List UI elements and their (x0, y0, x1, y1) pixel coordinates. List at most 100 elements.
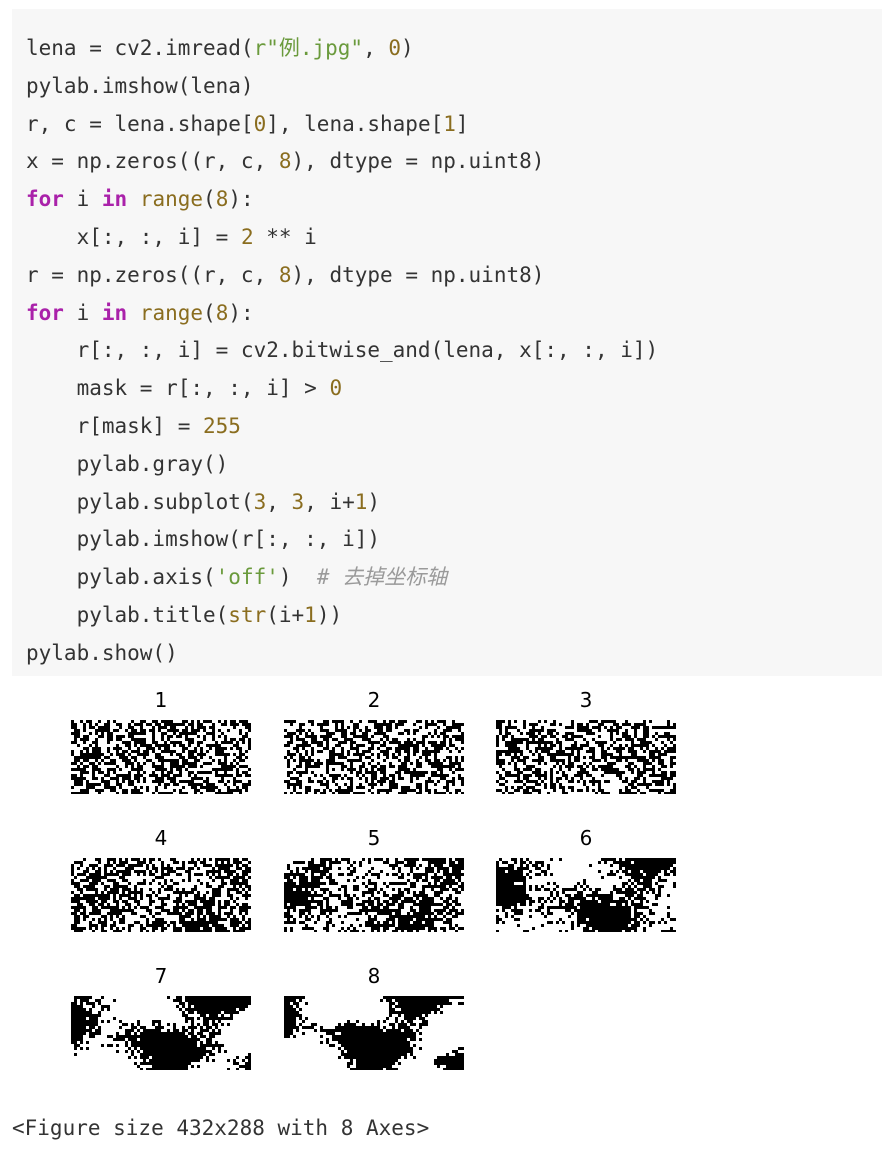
bit-plane-image-6 (496, 858, 676, 932)
code-token: r[mask] = (26, 413, 204, 438)
code-token: pylab.show() (26, 640, 178, 665)
panel-title-4: 4 (154, 826, 168, 850)
bit-plane-image-4 (71, 858, 251, 932)
code-token: ], lena.shape[ (266, 111, 444, 136)
code-token: range (139, 300, 204, 325)
code-token: 3 (291, 489, 305, 514)
code-token: 0 (329, 376, 343, 401)
code-line: pylab.imshow(r[:, :, i]) (26, 521, 658, 559)
code-token: pylab.title( (26, 602, 229, 627)
bit-plane-panel-4: 4 (71, 824, 251, 932)
panel-title-5: 5 (367, 826, 381, 850)
code-line: r[:, :, i] = cv2.bitwise_and(lena, x[:, … (26, 332, 659, 370)
code-token: ) (401, 36, 414, 60)
code-token: ( (203, 300, 216, 325)
code-token: r, c = lena.shape[ (26, 111, 254, 136)
code-token: 2 (240, 224, 254, 249)
bit-plane-panel-7: 7 (71, 962, 251, 1070)
code-token: 8 (278, 149, 292, 174)
panel-title-8: 8 (367, 964, 381, 988)
code-token: str (228, 602, 267, 627)
bit-plane-panel-1: 1 (71, 686, 251, 794)
code-token: mask = r[:, :, i] > (26, 376, 330, 401)
code-token: (i+ (266, 602, 305, 627)
code-line: pylab.subplot(3, 3, i+1) (26, 484, 658, 522)
bit-plane-pixels-8 (284, 996, 464, 1070)
code-line: r, c = lena.shape[0], lena.shape[1] (26, 106, 658, 144)
code-token: 8 (215, 187, 229, 212)
code-token: 8 (215, 300, 229, 325)
bit-plane-panel-8: 8 (284, 962, 464, 1070)
bit-plane-panel-5: 5 (284, 824, 464, 932)
bit-plane-figure: 1 2 3 4 5 6 7 8 (0, 680, 882, 1080)
code-line: for i in range(8): (26, 181, 658, 219)
code-token: ): (228, 187, 254, 212)
code-token: ): (228, 300, 254, 325)
code-token: 1 (354, 489, 368, 514)
bit-plane-pixels-2 (284, 720, 464, 794)
panel-title-6: 6 (579, 826, 593, 850)
code-token: ) (278, 565, 317, 590)
code-token: 8 (278, 262, 292, 287)
code-token: pylab.subplot( (26, 489, 254, 514)
code-line: for i in range(8): (26, 295, 658, 333)
bit-plane-image-2 (284, 720, 464, 794)
bit-plane-panel-3: 3 (496, 686, 676, 794)
code-token: r = np.zeros((r, c, (26, 262, 279, 287)
code-token: , (363, 36, 389, 60)
code-token: 1 (304, 602, 317, 627)
code-token: i (63, 187, 102, 212)
bit-plane-pixels-4 (71, 858, 251, 932)
panel-title-3: 3 (579, 688, 593, 712)
code-token: i (63, 300, 102, 325)
code-token: ( (203, 187, 216, 212)
code-token: ) (367, 489, 381, 514)
code-token: pylab.imshow(lena) (26, 73, 254, 98)
code-token: in (101, 187, 128, 212)
bit-plane-panel-6: 6 (496, 824, 676, 932)
bit-plane-pixels-6 (496, 858, 676, 932)
code-line: x = np.zeros((r, c, 8), dtype = np.uint8… (26, 143, 658, 181)
code-line: lena = cv2.imread(r"例.jpg", 0) (26, 30, 658, 68)
bit-plane-dark-pixels-5 (284, 858, 464, 932)
code-token: ** i (253, 224, 317, 249)
bit-plane-pixels-5 (284, 858, 464, 932)
code-token: range (139, 187, 204, 212)
code-token: r[:, :, i] = cv2.bitwise_and(lena, x[:, … (26, 338, 659, 363)
panel-title-7: 7 (154, 964, 168, 988)
bit-plane-image-8 (284, 996, 464, 1070)
code-line: r = np.zeros((r, c, 8), dtype = np.uint8… (26, 257, 658, 295)
bit-plane-image-7 (71, 996, 251, 1070)
bit-plane-pixels-3 (496, 720, 676, 794)
code-line: pylab.show() (26, 635, 658, 673)
code-token: 1 (443, 111, 456, 136)
bit-plane-image-5 (284, 858, 464, 932)
code-token: # 去掉坐标轴 (316, 565, 448, 590)
code-line: pylab.imshow(lena) (26, 68, 658, 106)
panel-title-1: 1 (154, 688, 168, 712)
figure-output-text: <Figure size 432x288 with 8 Axes> (12, 1116, 430, 1140)
code-token: , (266, 489, 292, 514)
bit-plane-image-3 (496, 720, 676, 794)
code-token: pylab.axis( (26, 565, 216, 590)
bit-plane-image-1 (71, 720, 251, 794)
code-token: pylab.gray() (26, 451, 229, 476)
code-token: ), dtype = np.uint8) (291, 262, 545, 287)
code-cell[interactable]: lena = cv2.imread(r"例.jpg", 0) pylab.imsh… (12, 9, 882, 676)
code-line: pylab.gray() (26, 446, 658, 484)
code-token: ] (455, 111, 469, 136)
code-token: 255 (203, 413, 241, 438)
bit-plane-panel-2: 2 (284, 686, 464, 794)
code-token: )) (316, 602, 343, 627)
code-line: x[:, :, i] = 2 ** i (26, 219, 658, 257)
code-line: pylab.title(str(i+1)) (26, 597, 658, 635)
code-token: 0 (253, 111, 267, 136)
bit-plane-pixels-7 (71, 996, 251, 1070)
code-token: lena = cv2.imread( (26, 36, 254, 60)
code-token: r"例.jpg" (253, 36, 364, 60)
code-token: in (101, 300, 128, 325)
code-token: 3 (253, 489, 267, 514)
code-token: , i+ (304, 489, 355, 514)
code-token: 0 (388, 36, 402, 60)
code-line: r[mask] = 255 (26, 408, 658, 446)
